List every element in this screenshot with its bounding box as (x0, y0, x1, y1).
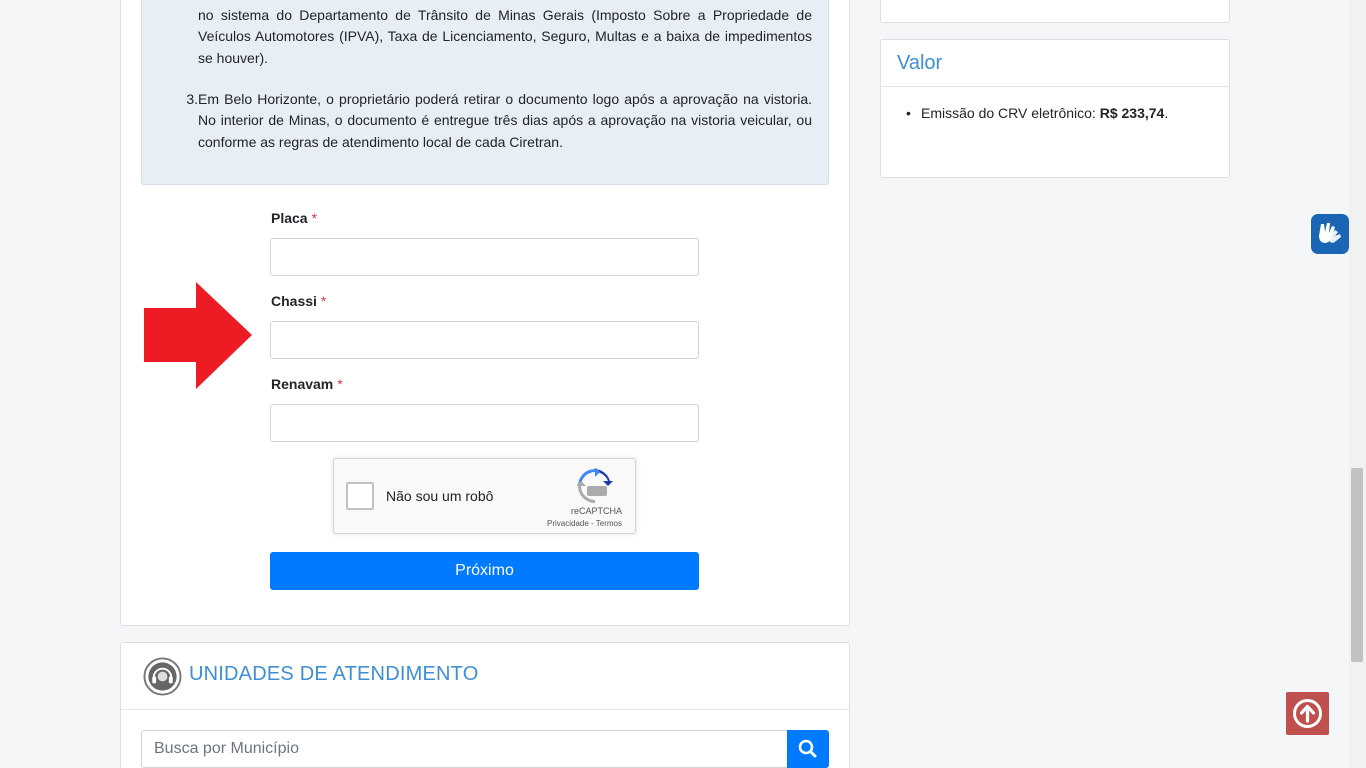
chassi-label: Chassi * (271, 293, 326, 309)
headset-icon (143, 657, 182, 696)
valor-item-suffix: . (1164, 105, 1169, 121)
recaptcha-brand: reCAPTCHA (570, 506, 622, 516)
vlibras-button[interactable] (1311, 214, 1349, 254)
scrollbar-thumb[interactable] (1351, 468, 1363, 662)
placa-label: Placa * (271, 210, 317, 226)
back-to-top-button[interactable] (1286, 692, 1329, 735)
info-item-2-continuation: no sistema do Departamento de Trânsito d… (198, 7, 812, 66)
recaptcha-label: Não sou um robô (386, 488, 494, 504)
placa-label-text: Placa (271, 210, 308, 226)
info-box: no sistema do Departamento de Trânsito d… (141, 0, 829, 185)
recaptcha-links[interactable]: Privacidade - Termos (547, 519, 622, 528)
valor-item-label: Emissão do CRV eletrônico: (921, 105, 1100, 121)
renavam-input[interactable] (270, 404, 699, 442)
required-mark: * (311, 210, 318, 226)
units-title: UNIDADES DE ATENDIMENTO (189, 663, 479, 685)
info-item-3-number: 3. (186, 91, 198, 107)
valor-header: Valor (881, 40, 1229, 87)
arrow-up-circle-icon (1293, 699, 1322, 728)
valor-item-value: R$ 233,74 (1099, 105, 1165, 121)
renavam-label-text: Renavam (271, 376, 334, 392)
placa-input[interactable] (270, 238, 699, 276)
valor-list-item: • Emissão do CRV eletrônico: R$ 233,74. (906, 105, 1169, 121)
required-mark: * (337, 376, 343, 392)
arrow-right-icon (144, 282, 252, 389)
info-item-3-text: Em Belo Horizonte, o proprietário poderá… (198, 91, 812, 150)
search-icon (798, 739, 817, 758)
search-placeholder: Busca por Município (154, 740, 299, 757)
valor-card: Valor • Emissão do CRV eletrônico: R$ 233… (880, 39, 1230, 178)
next-button[interactable]: Próximo (270, 552, 699, 590)
units-header: UNIDADES DE ATENDIMENTO (121, 643, 849, 710)
recaptcha-logo-icon (577, 468, 613, 503)
recaptcha-checkbox[interactable] (346, 482, 374, 510)
municipio-search-input[interactable]: Busca por Município (141, 730, 788, 768)
sidebar-card-top (880, 0, 1230, 23)
renavam-label: Renavam * (271, 376, 343, 392)
units-card: UNIDADES DE ATENDIMENTO Busca por Municí… (120, 642, 850, 768)
search-button[interactable] (787, 730, 829, 768)
required-mark: * (320, 293, 327, 309)
chassi-label-text: Chassi (271, 293, 317, 309)
recaptcha-widget: Não sou um robô reCAPTCHA Privacidade - … (333, 458, 636, 534)
chassi-input[interactable] (270, 321, 699, 359)
vlibras-hands-icon (1319, 223, 1341, 243)
valor-title: Valor (897, 52, 943, 74)
